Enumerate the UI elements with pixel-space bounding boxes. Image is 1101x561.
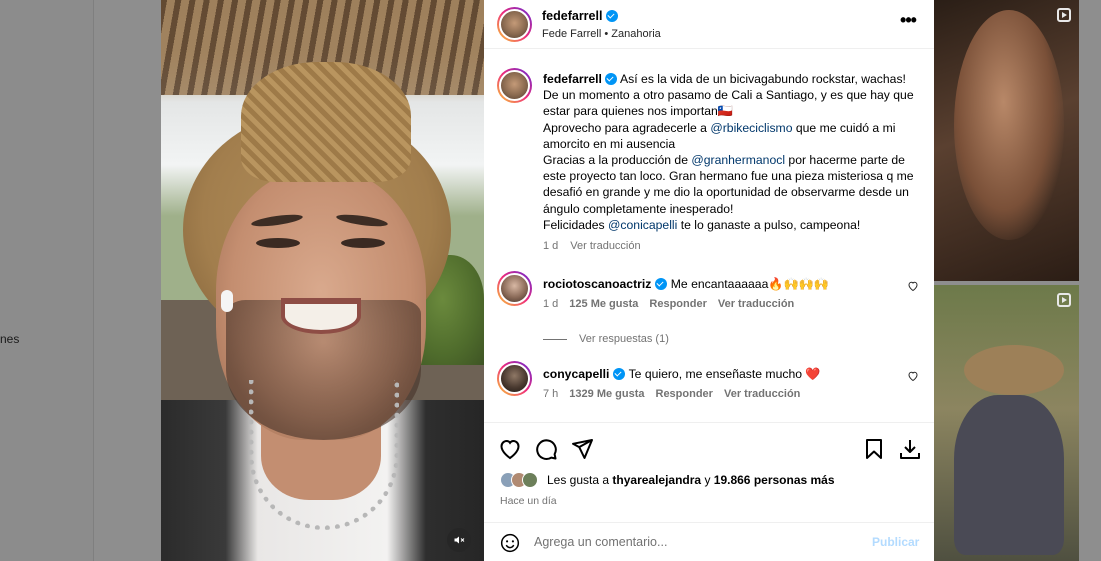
- caption-meta: 1 d Ver traducción: [543, 240, 641, 252]
- post-caption: fedefarrell Así es la vida de un bicivag…: [543, 71, 918, 233]
- publish-button[interactable]: Publicar: [872, 535, 919, 549]
- author-avatar[interactable]: [497, 7, 532, 42]
- emoji-icon[interactable]: [500, 533, 520, 553]
- mention-link[interactable]: @conicapelli: [608, 218, 677, 232]
- commenter-avatar[interactable]: [497, 361, 532, 396]
- comment-body: rociotoscanoactriz Me encantaaaaaa🔥🙌🙌🙌: [543, 276, 883, 292]
- post-actions: Les gusta a thyarealejandra y 19.866 per…: [484, 422, 934, 522]
- video-earbud: [221, 290, 233, 312]
- post-side-panel: fedefarrell Fede Farrell • Zanahoria •••…: [484, 0, 934, 561]
- comment-like-heart-icon[interactable]: [907, 370, 919, 382]
- mute-button[interactable]: [447, 528, 471, 552]
- reel-icon: [1057, 8, 1071, 22]
- likes-prefix: Les gusta a: [547, 473, 613, 487]
- download-icon[interactable]: [898, 437, 922, 461]
- like-heart-icon[interactable]: [498, 437, 522, 461]
- caption-text-4b: te lo ganaste a pulso, campeona!: [677, 217, 861, 232]
- video-hat-crown: [241, 62, 411, 182]
- thumbnail-hat: [964, 345, 1064, 395]
- thumbnail-person: [954, 395, 1064, 555]
- liker-username[interactable]: thyarealejandra: [612, 473, 701, 487]
- post-video[interactable]: [161, 0, 484, 561]
- commenter-username[interactable]: conycapelli: [543, 367, 609, 381]
- background-thumbnail[interactable]: [934, 285, 1079, 561]
- background-right-edge: [1079, 0, 1101, 561]
- comment-likes[interactable]: 125 Me gusta: [569, 298, 638, 310]
- view-replies-label: Ver respuestas (1): [579, 333, 669, 345]
- verified-icon: [606, 10, 619, 22]
- comment-text: Te quiero, me enseñaste mucho ❤️: [628, 367, 821, 381]
- more-icon: •••: [900, 10, 917, 30]
- commenter-username[interactable]: rociotoscanoactriz: [543, 277, 651, 291]
- author-username-row[interactable]: fedefarrell: [542, 9, 619, 23]
- comment-icon[interactable]: [534, 437, 558, 461]
- see-translation-link[interactable]: Ver traducción: [570, 240, 640, 252]
- verified-icon: [605, 73, 618, 85]
- comment-time[interactable]: 7 h: [543, 388, 558, 400]
- mention-link[interactable]: @granhermanocl: [691, 153, 785, 167]
- post-subtitle[interactable]: Fede Farrell • Zanahoria: [542, 28, 661, 40]
- comment-meta: 7 h 1329 Me gusta Responder Ver traducci…: [543, 388, 800, 400]
- caption-author-avatar[interactable]: [497, 68, 532, 103]
- background-thumbnail[interactable]: [934, 0, 1079, 281]
- background-sidebar-text: nes: [0, 332, 20, 346]
- replies-divider: [543, 338, 567, 340]
- background-sidebar: nes: [0, 0, 94, 561]
- comment-input[interactable]: [534, 531, 854, 553]
- likes-count[interactable]: 19.866 personas más: [714, 473, 835, 487]
- comment-meta: 1 d 125 Me gusta Responder Ver traducció…: [543, 298, 794, 310]
- caption-time[interactable]: 1 d: [543, 240, 558, 252]
- verified-icon: [613, 368, 626, 380]
- caption-username[interactable]: fedefarrell: [543, 72, 602, 86]
- video-eye: [256, 238, 300, 248]
- thumbnail-face: [954, 10, 1064, 240]
- post-modal: fedefarrell Fede Farrell • Zanahoria •••…: [161, 0, 934, 561]
- comments-scroll-area[interactable]: fedefarrell Así es la vida de un bicivag…: [484, 50, 934, 422]
- comment-likes[interactable]: 1329 Me gusta: [569, 388, 644, 400]
- mute-icon: [454, 536, 465, 544]
- comment-text: Me encantaaaaaa🔥🙌🙌🙌: [670, 277, 830, 291]
- post-header: fedefarrell Fede Farrell • Zanahoria •••: [484, 0, 934, 49]
- bookmark-icon[interactable]: [862, 437, 886, 461]
- author-username[interactable]: fedefarrell: [542, 9, 602, 23]
- video-chain: [249, 380, 399, 530]
- verified-icon: [655, 278, 668, 290]
- comment-like-heart-icon[interactable]: [907, 280, 919, 292]
- reel-icon: [1057, 293, 1071, 307]
- share-icon[interactable]: [570, 437, 594, 461]
- add-comment-bar: Publicar: [484, 522, 934, 561]
- comment-time[interactable]: 1 d: [543, 298, 558, 310]
- caption-text-3: Gracias a la producción de: [543, 153, 692, 168]
- likes-middle: y: [701, 473, 714, 487]
- caption-text-2: Aprovecho para agradecerle a: [543, 120, 711, 135]
- see-translation-link[interactable]: Ver traducción: [718, 298, 794, 310]
- see-translation-link[interactable]: Ver traducción: [724, 388, 800, 400]
- more-options-button[interactable]: •••: [896, 11, 920, 33]
- mention-link[interactable]: @rbikeciclismo: [710, 121, 792, 135]
- likes-summary: Les gusta a thyarealejandra y 19.866 per…: [500, 472, 835, 488]
- commenter-avatar[interactable]: [497, 271, 532, 306]
- video-eye: [341, 238, 385, 248]
- liker-avatar: [522, 472, 538, 488]
- reply-button[interactable]: Responder: [656, 388, 713, 400]
- comment-body: conycapelli Te quiero, me enseñaste much…: [543, 366, 883, 382]
- view-replies-button[interactable]: Ver respuestas (1): [543, 333, 669, 345]
- post-time[interactable]: Hace un día: [500, 495, 557, 507]
- liker-avatars: [500, 472, 538, 488]
- reply-button[interactable]: Responder: [649, 298, 706, 310]
- video-mouth: [281, 298, 361, 334]
- caption-text-4: Felicidades: [543, 217, 609, 232]
